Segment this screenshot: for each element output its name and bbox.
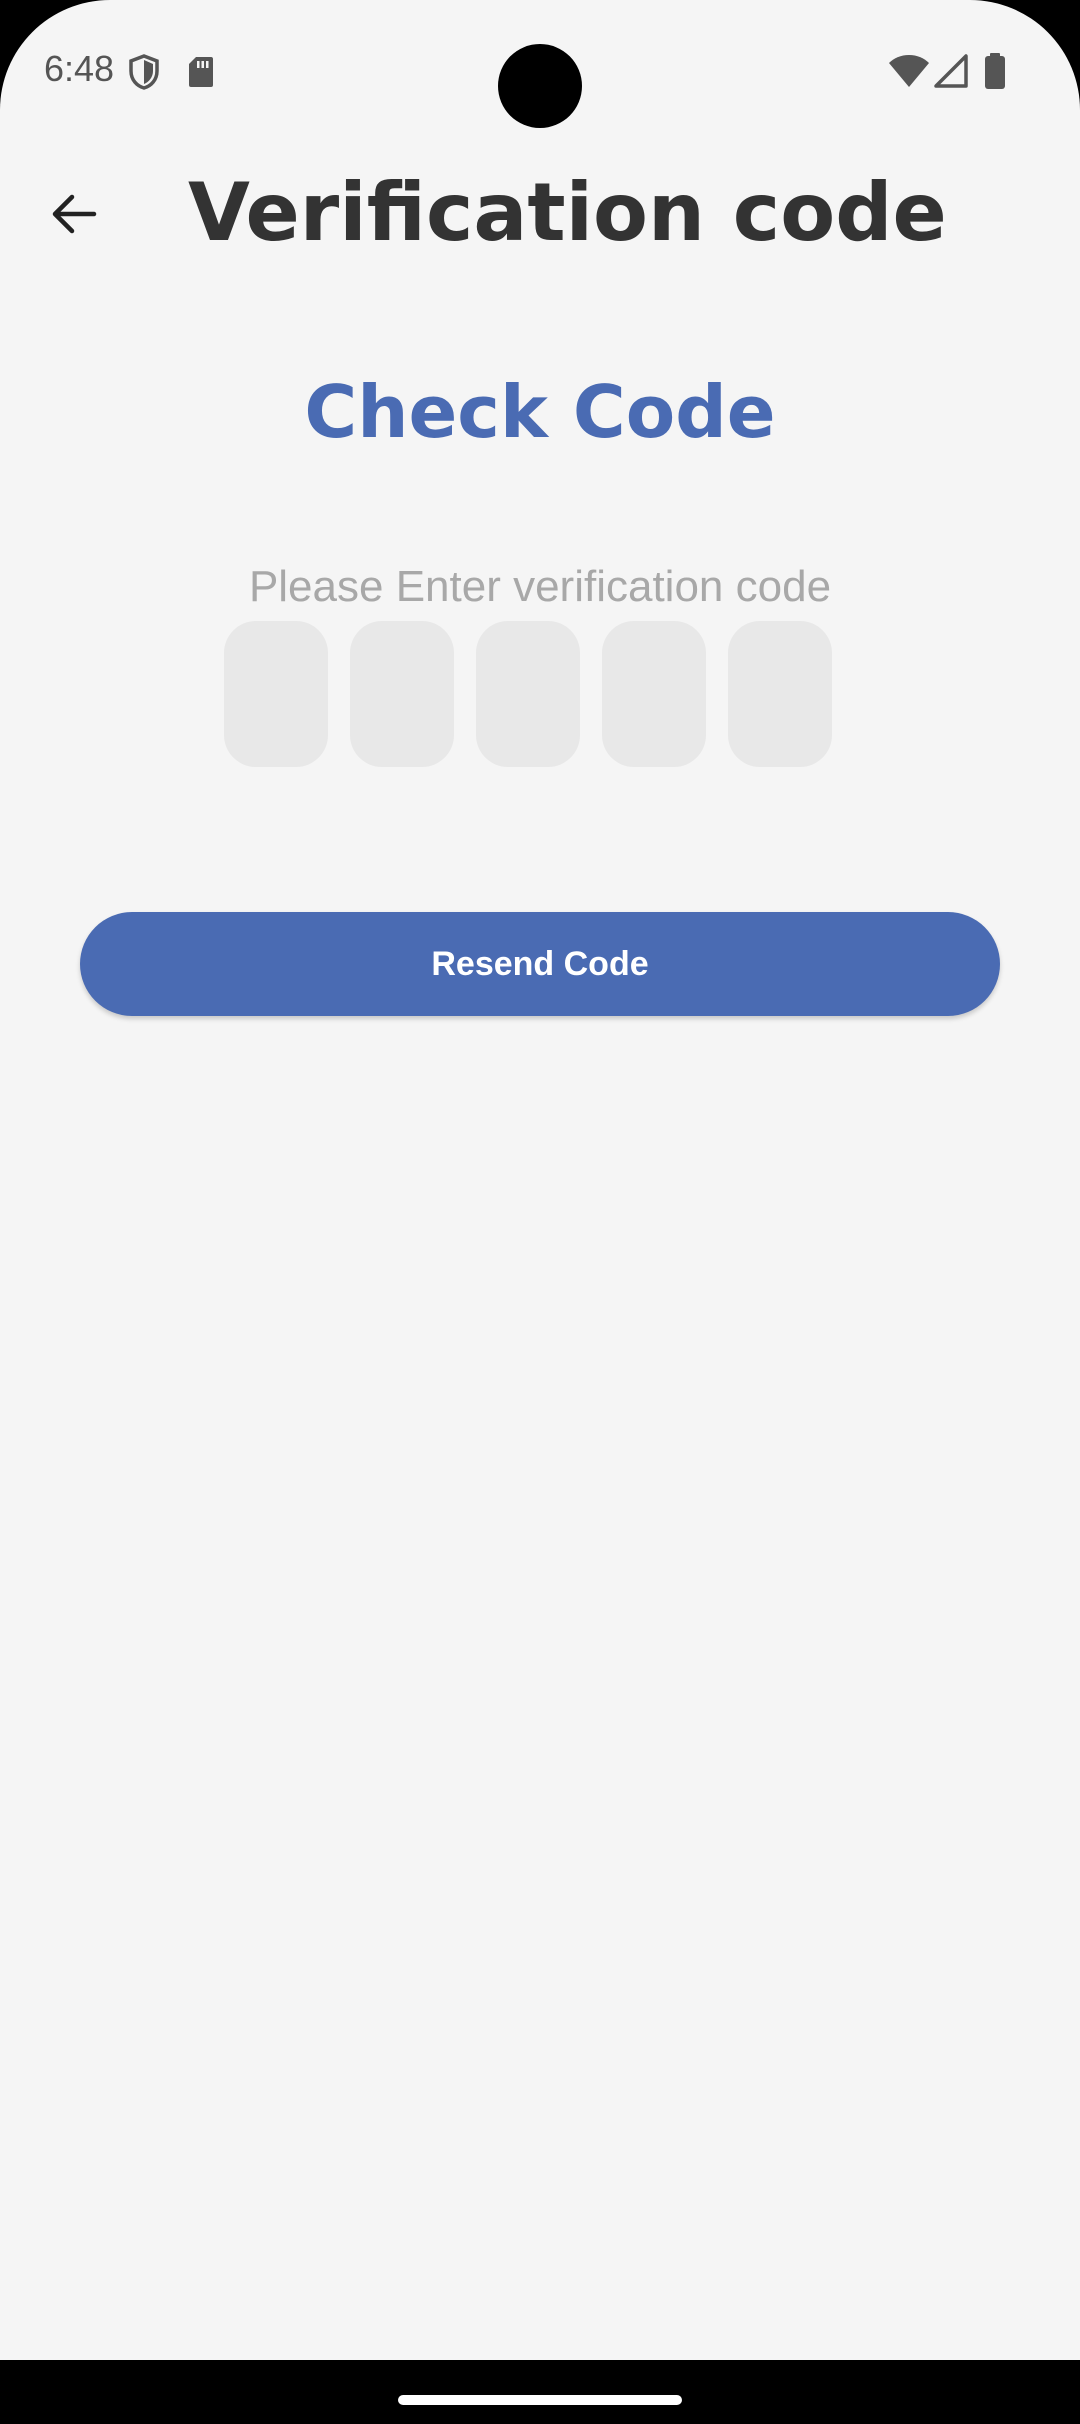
- otp-input-group: [224, 621, 832, 767]
- otp-digit-2[interactable]: [350, 621, 454, 767]
- shield-icon: [128, 54, 160, 95]
- instruction-text: Please Enter verification code: [248, 562, 832, 611]
- battery-icon: [984, 52, 1006, 95]
- otp-digit-1[interactable]: [224, 621, 328, 767]
- resend-code-label: Resend Code: [431, 944, 649, 983]
- resend-code-button[interactable]: Resend Code: [80, 912, 1000, 1016]
- status-time: 6:48: [44, 48, 115, 89]
- navigation-bar: [0, 2360, 1080, 2424]
- otp-digit-3[interactable]: [476, 621, 580, 767]
- app-screen: 6:48 Verification code Check Code Please…: [0, 0, 1080, 2360]
- camera-cutout: [498, 44, 582, 128]
- otp-digit-4[interactable]: [602, 621, 706, 767]
- check-code-heading: Check Code: [304, 370, 776, 454]
- page-title: Verification code: [188, 166, 947, 259]
- status-bar: 6:48: [0, 0, 1080, 140]
- arrow-left-icon: [50, 192, 98, 241]
- home-indicator[interactable]: [398, 2395, 682, 2405]
- wifi-icon: [888, 54, 930, 93]
- otp-digit-5[interactable]: [728, 621, 832, 767]
- cell-signal-icon: [934, 54, 968, 93]
- back-button[interactable]: [34, 176, 114, 256]
- sd-card-icon: [188, 56, 214, 93]
